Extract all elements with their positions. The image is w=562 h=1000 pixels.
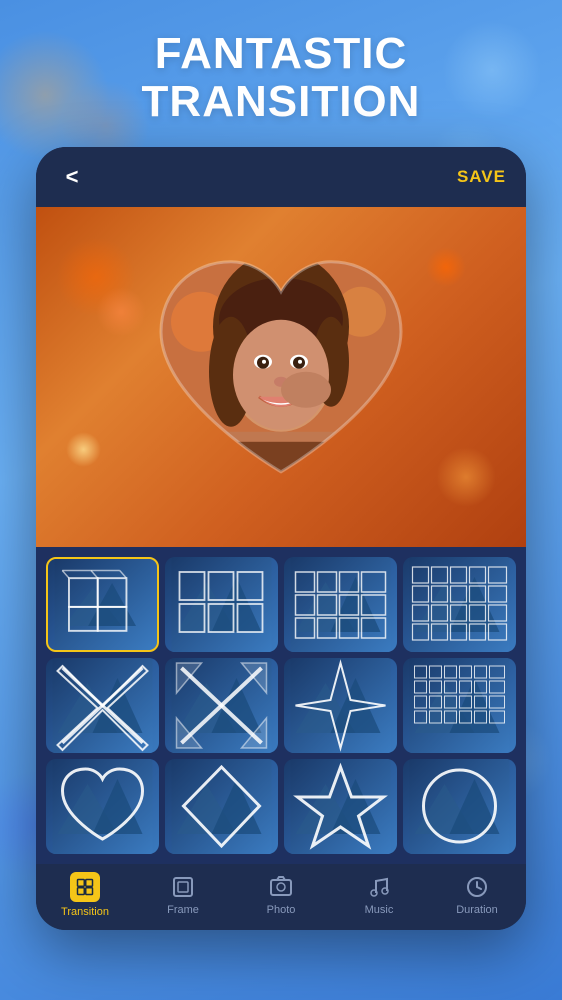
nav-item-frame[interactable]: Frame xyxy=(134,874,232,916)
nav-item-photo[interactable]: Photo xyxy=(232,874,330,916)
transition-icon-bg xyxy=(70,872,100,902)
transition-item[interactable] xyxy=(284,658,397,753)
back-button[interactable]: < xyxy=(56,161,88,193)
hero-title: FANTASTIC TRANSITION xyxy=(0,0,562,147)
nav-label-photo: Photo xyxy=(267,904,296,916)
transition-item[interactable] xyxy=(403,658,516,753)
bottom-navigation: Transition Frame Photo xyxy=(36,864,526,930)
nav-item-duration[interactable]: Duration xyxy=(428,874,526,916)
nav-label-music: Music xyxy=(365,904,394,916)
music-icon xyxy=(366,874,392,900)
transition-icon xyxy=(76,878,94,896)
transition-item[interactable] xyxy=(403,557,516,652)
nav-label-transition: Transition xyxy=(61,906,109,918)
photo-bokeh xyxy=(426,247,466,287)
transition-item[interactable] xyxy=(165,557,278,652)
transition-item[interactable] xyxy=(284,759,397,854)
duration-icon xyxy=(464,874,490,900)
photo-bokeh xyxy=(436,447,496,507)
nav-item-music[interactable]: Music xyxy=(330,874,428,916)
nav-label-frame: Frame xyxy=(167,904,199,916)
photo-bokeh xyxy=(96,287,146,337)
title-line1: FANTASTIC xyxy=(0,30,562,78)
transition-grid xyxy=(36,547,526,864)
transition-item[interactable] xyxy=(165,658,278,753)
phone-mockup: < SAVE xyxy=(36,147,526,930)
nav-label-duration: Duration xyxy=(456,904,498,916)
transition-item[interactable] xyxy=(165,759,278,854)
photo-icon xyxy=(268,874,294,900)
nav-item-transition[interactable]: Transition xyxy=(36,872,134,918)
transition-item[interactable] xyxy=(46,557,159,652)
transition-item[interactable] xyxy=(46,658,159,753)
photo-bokeh xyxy=(66,432,101,467)
transition-item[interactable] xyxy=(403,759,516,854)
save-button[interactable]: SAVE xyxy=(457,167,506,187)
transition-item[interactable] xyxy=(284,557,397,652)
phone-header: < SAVE xyxy=(36,147,526,207)
photo-area xyxy=(36,207,526,547)
heart-photo-frame xyxy=(141,242,421,502)
title-line2: TRANSITION xyxy=(0,78,562,126)
transition-item[interactable] xyxy=(46,759,159,854)
frame-icon xyxy=(170,874,196,900)
